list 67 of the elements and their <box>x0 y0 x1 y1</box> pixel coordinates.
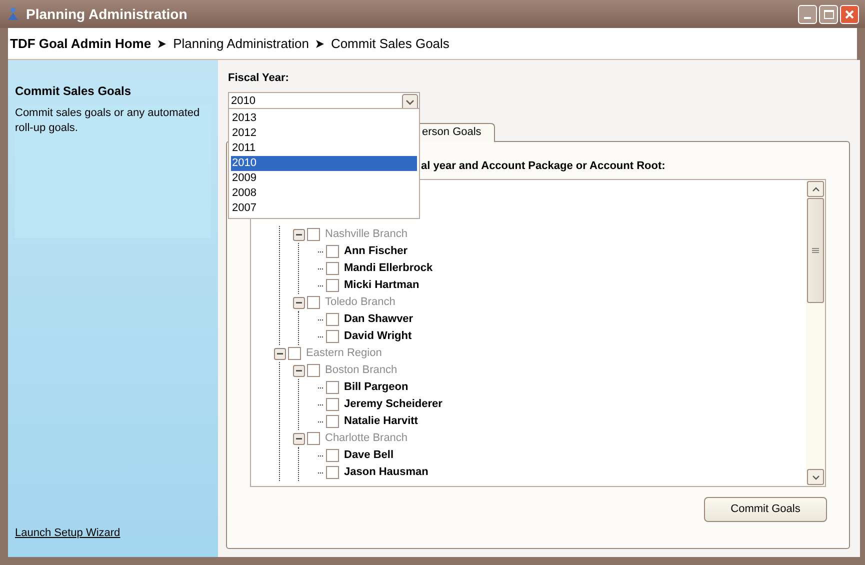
salesperson-label: Natalie Harvitt <box>344 414 418 430</box>
salesperson-label: Bill Pargeon <box>344 380 408 396</box>
chevron-icon <box>314 38 325 48</box>
year-option[interactable]: 2011 <box>231 141 417 156</box>
sidebar-title: Commit Sales Goals <box>15 83 132 100</box>
collapse-icon[interactable] <box>293 432 305 444</box>
year-option[interactable]: 2010 <box>231 156 417 171</box>
checkbox[interactable] <box>307 296 320 309</box>
minimize-button[interactable] <box>798 4 817 24</box>
close-icon <box>845 10 854 18</box>
breadcrumb-link[interactable]: Planning Administration <box>173 34 309 54</box>
instruction-text: al year and Account Package or Account Root: <box>421 158 666 174</box>
checkbox[interactable] <box>307 228 320 241</box>
group-label: Boston Branch <box>325 363 398 378</box>
minimize-icon <box>804 16 811 18</box>
year-option[interactable]: 2012 <box>231 126 417 141</box>
maximize-button[interactable] <box>819 4 838 24</box>
group-label: Nashville Branch <box>325 227 408 242</box>
chevron-icon <box>157 38 168 48</box>
description-text: Commit sales goals or any automated roll-up goals. <box>15 106 201 136</box>
checkbox[interactable] <box>326 381 339 394</box>
group-label: Toledo Branch <box>325 295 396 310</box>
year-option[interactable]: 2008 <box>231 186 417 201</box>
app-icon <box>6 7 20 21</box>
checkbox[interactable] <box>326 330 339 343</box>
breadcrumb-link[interactable]: TDF Goal Admin Home <box>10 34 152 54</box>
checkbox[interactable] <box>288 347 301 360</box>
salesperson-label: Dan Shawver <box>344 312 414 328</box>
setup-wizard-link[interactable]: Launch Setup Wizard <box>15 524 211 541</box>
checkbox[interactable] <box>326 415 339 428</box>
maximize-icon <box>824 10 834 18</box>
group-label: Charlotte Branch <box>325 431 408 446</box>
tab[interactable]: erson Goals <box>419 122 495 142</box>
scroll-down-button[interactable] <box>807 469 824 485</box>
scroll-up-button[interactable] <box>807 181 824 197</box>
checkbox[interactable] <box>307 432 320 445</box>
collapse-icon[interactable] <box>293 364 305 376</box>
breadcrumb-link[interactable]: Commit Sales Goals <box>330 34 450 54</box>
commit-goals-button[interactable]: Commit Goals <box>704 497 827 522</box>
checkbox[interactable] <box>326 466 339 479</box>
group-label: Eastern Region <box>306 346 382 362</box>
checkbox[interactable] <box>326 398 339 411</box>
collapse-icon[interactable] <box>293 296 305 308</box>
checkbox[interactable] <box>326 313 339 326</box>
year-option[interactable]: 2007 <box>231 201 417 216</box>
checkbox[interactable] <box>326 245 339 258</box>
grip-icon <box>812 248 819 253</box>
fiscal-year-label: Fiscal Year: <box>228 71 290 86</box>
checkbox[interactable] <box>307 364 320 377</box>
checkbox[interactable] <box>326 262 339 275</box>
collapse-icon[interactable] <box>293 228 305 240</box>
salesperson-label: Jeremy Scheiderer <box>344 397 442 412</box>
salesperson-label: Micki Hartman <box>344 278 420 294</box>
checkbox[interactable] <box>326 279 339 292</box>
scrollbar[interactable] <box>806 180 825 486</box>
scroll-thumb[interactable] <box>807 198 824 303</box>
salesperson-label: Jason Hausman <box>344 465 428 480</box>
collapse-icon[interactable] <box>274 348 286 360</box>
close-button[interactable] <box>840 4 859 24</box>
year-option[interactable]: 2009 <box>231 171 417 186</box>
checkbox[interactable] <box>326 449 339 462</box>
salesperson-label: Ann Fischer <box>344 244 408 260</box>
salesperson-label: David Wright <box>344 329 412 344</box>
window-title: Planning Administration <box>26 4 188 24</box>
salesperson-label: Dave Bell <box>344 448 394 464</box>
salesperson-label: Mandi Ellerbrock <box>344 261 433 276</box>
year-option[interactable]: 2013 <box>231 111 417 126</box>
